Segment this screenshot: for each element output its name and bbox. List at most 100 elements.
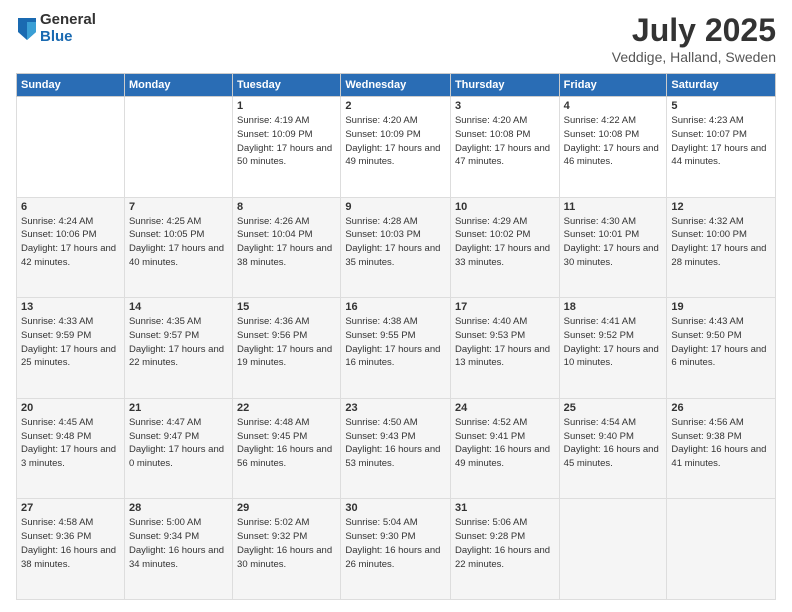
col-thursday: Thursday xyxy=(450,74,559,97)
day-number: 21 xyxy=(129,402,228,414)
day-number: 19 xyxy=(671,301,771,313)
calendar-cell: 30 Sunrise: 5:04 AM Sunset: 9:30 PM Dayli… xyxy=(341,499,451,600)
day-info: Sunrise: 4:58 AM Sunset: 9:36 PM Dayligh… xyxy=(21,516,120,571)
day-info: Sunrise: 4:56 AM Sunset: 9:38 PM Dayligh… xyxy=(671,416,771,471)
calendar-cell: 9 Sunrise: 4:28 AM Sunset: 10:03 PM Dayli… xyxy=(341,197,451,298)
day-number: 27 xyxy=(21,502,120,514)
day-number: 30 xyxy=(345,502,446,514)
day-number: 20 xyxy=(21,402,120,414)
calendar-cell: 28 Sunrise: 5:00 AM Sunset: 9:34 PM Dayli… xyxy=(124,499,232,600)
day-number: 15 xyxy=(237,301,336,313)
header-row: Sunday Monday Tuesday Wednesday Thursday… xyxy=(17,74,776,97)
calendar-cell: 6 Sunrise: 4:24 AM Sunset: 10:06 PM Dayli… xyxy=(17,197,125,298)
calendar-cell: 24 Sunrise: 4:52 AM Sunset: 9:41 PM Dayli… xyxy=(450,398,559,499)
day-number: 2 xyxy=(345,100,446,112)
day-info: Sunrise: 4:22 AM Sunset: 10:08 PM Daylig… xyxy=(564,114,663,169)
calendar-cell: 7Sunrise: 4:25 AM Sunset: 10:05 PM Dayli… xyxy=(124,197,232,298)
col-friday: Friday xyxy=(559,74,667,97)
day-number: 26 xyxy=(671,402,771,414)
day-info: Sunrise: 4:38 AM Sunset: 9:55 PM Dayligh… xyxy=(345,315,446,370)
calendar-cell: 4 Sunrise: 4:22 AM Sunset: 10:08 PM Dayli… xyxy=(559,97,667,198)
calendar-cell: 13 Sunrise: 4:33 AM Sunset: 9:59 PM Dayli… xyxy=(17,298,125,399)
title-block: July 2025 Veddige, Halland, Sweden xyxy=(612,12,776,65)
calendar-cell xyxy=(667,499,776,600)
calendar-cell: 19 Sunrise: 4:43 AM Sunset: 9:50 PM Dayli… xyxy=(667,298,776,399)
day-info: Sunrise: 4:25 AM Sunset: 10:05 PM Daylig… xyxy=(129,215,228,270)
calendar-row-1: 6 Sunrise: 4:24 AM Sunset: 10:06 PM Dayli… xyxy=(17,197,776,298)
calendar-cell xyxy=(559,499,667,600)
day-info: Sunrise: 5:00 AM Sunset: 9:34 PM Dayligh… xyxy=(129,516,228,571)
day-number: 1 xyxy=(237,100,336,112)
calendar-cell: 5Sunrise: 4:23 AM Sunset: 10:07 PM Dayli… xyxy=(667,97,776,198)
day-info: Sunrise: 4:32 AM Sunset: 10:00 PM Daylig… xyxy=(671,215,771,270)
calendar-cell: 23 Sunrise: 4:50 AM Sunset: 9:43 PM Dayli… xyxy=(341,398,451,499)
day-info: Sunrise: 5:04 AM Sunset: 9:30 PM Dayligh… xyxy=(345,516,446,571)
logo: General Blue xyxy=(16,12,96,45)
calendar-cell: 31Sunrise: 5:06 AM Sunset: 9:28 PM Dayli… xyxy=(450,499,559,600)
day-number: 4 xyxy=(564,100,663,112)
day-number: 9 xyxy=(345,201,446,213)
day-info: Sunrise: 4:24 AM Sunset: 10:06 PM Daylig… xyxy=(21,215,120,270)
calendar-cell: 26 Sunrise: 4:56 AM Sunset: 9:38 PM Dayli… xyxy=(667,398,776,499)
day-info: Sunrise: 4:20 AM Sunset: 10:09 PM Daylig… xyxy=(345,114,446,169)
day-info: Sunrise: 4:33 AM Sunset: 9:59 PM Dayligh… xyxy=(21,315,120,370)
calendar-cell: 8Sunrise: 4:26 AM Sunset: 10:04 PM Dayli… xyxy=(233,197,341,298)
location-subtitle: Veddige, Halland, Sweden xyxy=(612,49,776,65)
calendar-cell: 2 Sunrise: 4:20 AM Sunset: 10:09 PM Dayli… xyxy=(341,97,451,198)
day-info: Sunrise: 4:23 AM Sunset: 10:07 PM Daylig… xyxy=(671,114,771,169)
month-title: July 2025 xyxy=(612,12,776,49)
calendar-cell: 12 Sunrise: 4:32 AM Sunset: 10:00 PM Dayl… xyxy=(667,197,776,298)
calendar-cell: 11 Sunrise: 4:30 AM Sunset: 10:01 PM Dayl… xyxy=(559,197,667,298)
col-tuesday: Tuesday xyxy=(233,74,341,97)
calendar-cell xyxy=(17,97,125,198)
day-info: Sunrise: 4:28 AM Sunset: 10:03 PM Daylig… xyxy=(345,215,446,270)
day-info: Sunrise: 4:50 AM Sunset: 9:43 PM Dayligh… xyxy=(345,416,446,471)
calendar-cell: 27 Sunrise: 4:58 AM Sunset: 9:36 PM Dayli… xyxy=(17,499,125,600)
col-saturday: Saturday xyxy=(667,74,776,97)
logo-blue-text: Blue xyxy=(40,29,96,46)
day-number: 16 xyxy=(345,301,446,313)
day-info: Sunrise: 4:35 AM Sunset: 9:57 PM Dayligh… xyxy=(129,315,228,370)
col-monday: Monday xyxy=(124,74,232,97)
day-info: Sunrise: 5:02 AM Sunset: 9:32 PM Dayligh… xyxy=(237,516,336,571)
day-info: Sunrise: 4:29 AM Sunset: 10:02 PM Daylig… xyxy=(455,215,555,270)
day-number: 24 xyxy=(455,402,555,414)
calendar-table: Sunday Monday Tuesday Wednesday Thursday… xyxy=(16,73,776,600)
day-number: 29 xyxy=(237,502,336,514)
calendar-cell: 20 Sunrise: 4:45 AM Sunset: 9:48 PM Dayli… xyxy=(17,398,125,499)
day-info: Sunrise: 4:41 AM Sunset: 9:52 PM Dayligh… xyxy=(564,315,663,370)
day-info: Sunrise: 4:30 AM Sunset: 10:01 PM Daylig… xyxy=(564,215,663,270)
day-number: 17 xyxy=(455,301,555,313)
day-info: Sunrise: 4:19 AM Sunset: 10:09 PM Daylig… xyxy=(237,114,336,169)
calendar-cell: 15Sunrise: 4:36 AM Sunset: 9:56 PM Dayli… xyxy=(233,298,341,399)
day-info: Sunrise: 4:52 AM Sunset: 9:41 PM Dayligh… xyxy=(455,416,555,471)
day-info: Sunrise: 4:54 AM Sunset: 9:40 PM Dayligh… xyxy=(564,416,663,471)
day-number: 22 xyxy=(237,402,336,414)
day-number: 23 xyxy=(345,402,446,414)
calendar-cell: 25 Sunrise: 4:54 AM Sunset: 9:40 PM Dayli… xyxy=(559,398,667,499)
col-wednesday: Wednesday xyxy=(341,74,451,97)
day-info: Sunrise: 4:40 AM Sunset: 9:53 PM Dayligh… xyxy=(455,315,555,370)
page: General Blue July 2025 Veddige, Halland,… xyxy=(0,0,792,612)
calendar-row-0: 1 Sunrise: 4:19 AM Sunset: 10:09 PM Dayli… xyxy=(17,97,776,198)
day-number: 13 xyxy=(21,301,120,313)
day-number: 14 xyxy=(129,301,228,313)
col-sunday: Sunday xyxy=(17,74,125,97)
day-info: Sunrise: 4:48 AM Sunset: 9:45 PM Dayligh… xyxy=(237,416,336,471)
day-info: Sunrise: 4:26 AM Sunset: 10:04 PM Daylig… xyxy=(237,215,336,270)
day-info: Sunrise: 4:45 AM Sunset: 9:48 PM Dayligh… xyxy=(21,416,120,471)
calendar-cell: 14 Sunrise: 4:35 AM Sunset: 9:57 PM Dayli… xyxy=(124,298,232,399)
day-number: 28 xyxy=(129,502,228,514)
day-number: 6 xyxy=(21,201,120,213)
day-number: 25 xyxy=(564,402,663,414)
day-number: 12 xyxy=(671,201,771,213)
day-info: Sunrise: 5:06 AM Sunset: 9:28 PM Dayligh… xyxy=(455,516,555,571)
day-info: Sunrise: 4:43 AM Sunset: 9:50 PM Dayligh… xyxy=(671,315,771,370)
day-number: 18 xyxy=(564,301,663,313)
day-number: 11 xyxy=(564,201,663,213)
calendar-cell: 1 Sunrise: 4:19 AM Sunset: 10:09 PM Dayli… xyxy=(233,97,341,198)
day-number: 3 xyxy=(455,100,555,112)
calendar-cell: 10Sunrise: 4:29 AM Sunset: 10:02 PM Dayl… xyxy=(450,197,559,298)
calendar-cell: 21Sunrise: 4:47 AM Sunset: 9:47 PM Dayli… xyxy=(124,398,232,499)
calendar-cell: 22 Sunrise: 4:48 AM Sunset: 9:45 PM Dayli… xyxy=(233,398,341,499)
